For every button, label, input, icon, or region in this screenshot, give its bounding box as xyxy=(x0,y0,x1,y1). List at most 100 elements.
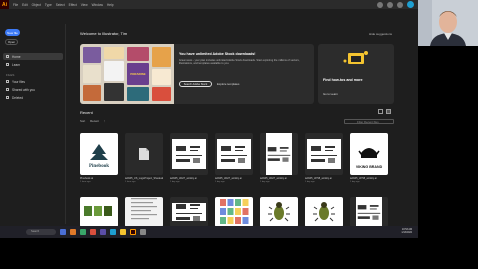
menu-item-object[interactable]: Object xyxy=(32,3,41,7)
menu-item-type[interactable]: Type xyxy=(45,3,52,7)
app-icon[interactable] xyxy=(70,229,76,235)
recent-file-card[interactable]: VIKING BRAND ia4945_t4798_activity.ai 1 da… xyxy=(350,133,388,183)
taskbar-clock[interactable]: 10:53 AM 1/13/2022 xyxy=(401,228,412,234)
recent-file-card[interactable] xyxy=(260,197,298,227)
recent-file-card[interactable]: ia4945_t4427_activity.ai 1 day ago xyxy=(215,133,253,183)
file-thumbnail[interactable] xyxy=(80,197,118,227)
sidebar-item-home[interactable]: Home xyxy=(3,53,63,60)
app-icon[interactable] xyxy=(110,229,116,235)
app-icon[interactable] xyxy=(100,229,106,235)
recent-file-card[interactable]: Pinebook Pinebook.ai 1 hour ago xyxy=(80,133,118,183)
cloud-icon xyxy=(6,80,9,83)
app-icon[interactable] xyxy=(120,229,126,235)
recent-file-card[interactable] xyxy=(170,197,208,227)
file-thumbnail[interactable] xyxy=(125,133,163,175)
sidebar-item-label: Shared with you xyxy=(12,87,35,92)
file-thumbnail[interactable] xyxy=(170,197,208,227)
recent-file-card[interactable] xyxy=(215,197,253,227)
recent-file-card[interactable] xyxy=(305,197,343,227)
menu-item-help[interactable]: Help xyxy=(107,3,114,7)
recent-file-card[interactable]: ia4945_t4427_activity.ai 1 day ago xyxy=(170,133,208,183)
file-thumbnail[interactable] xyxy=(215,197,253,227)
file-thumbnail[interactable] xyxy=(305,133,343,175)
illustrator-window: Ai File Edit Object Type Select Effect View Win… xyxy=(0,0,418,238)
sidebar-item-label: Learn xyxy=(12,62,21,67)
illustrator-logo-icon: Ai xyxy=(0,0,9,9)
menu-item-window[interactable]: Window xyxy=(92,3,103,7)
grid-view-icon[interactable] xyxy=(386,109,391,114)
pdf-file-icon xyxy=(139,148,149,160)
viking-logo-icon xyxy=(358,148,380,158)
artboard-preview-icon xyxy=(267,147,291,162)
new-file-button[interactable]: New file xyxy=(5,29,20,36)
app-icon[interactable] xyxy=(90,229,96,235)
cloud-icon[interactable] xyxy=(377,1,383,8)
file-name: ia4945_t4427_activity.ai xyxy=(215,177,242,180)
promo-body: Great news - your plan includes unlimite… xyxy=(179,59,300,66)
recent-file-card[interactable]: ia4945_t4427_activity.ai 1 day ago xyxy=(260,133,298,183)
discover-card: Find how-tos and more Go to Learn xyxy=(318,44,394,104)
windows-taskbar: Search 10:53 AM 1/13/2022 xyxy=(0,226,418,238)
file-thumbnail[interactable]: VIKING BRAND xyxy=(350,133,388,175)
filter-input[interactable]: Filter Recent files xyxy=(344,119,394,124)
file-thumbnail[interactable]: Pinebook xyxy=(80,133,118,175)
discover-title: Find how-tos and more xyxy=(323,78,363,82)
webcam-overlay xyxy=(418,0,478,46)
artboard-preview-icon xyxy=(176,204,202,221)
menu-item-file[interactable]: File xyxy=(13,3,18,7)
artwork-preview-icon xyxy=(84,206,112,216)
app-icon[interactable] xyxy=(140,229,146,235)
pinebook-logo-icon xyxy=(90,144,108,160)
artwork-grid-preview-icon xyxy=(220,199,249,224)
menu-item-view[interactable]: View xyxy=(81,3,88,7)
presenter-video-image xyxy=(418,0,478,46)
sidebar-item-learn[interactable]: Learn xyxy=(3,61,63,68)
recent-file-card[interactable] xyxy=(125,197,163,227)
recent-file-card[interactable]: ia4945_US_LogoProject_ShadesExamples.pdf… xyxy=(125,133,163,183)
menu-item-effect[interactable]: Effect xyxy=(69,3,77,7)
avatar[interactable] xyxy=(407,1,414,8)
file-name: ia4945_t4798_activity.ai xyxy=(305,177,332,180)
beetle-artwork-icon xyxy=(268,202,290,222)
file-date: 1 day ago xyxy=(215,181,225,183)
file-thumbnail[interactable] xyxy=(215,133,253,175)
file-thumbnail[interactable] xyxy=(170,133,208,175)
file-thumbnail[interactable] xyxy=(260,197,298,227)
search-icon[interactable] xyxy=(387,1,393,8)
file-thumbnail[interactable] xyxy=(305,197,343,227)
sidebar-item-deleted[interactable]: Deleted xyxy=(3,94,63,101)
illustrator-app-icon[interactable] xyxy=(130,229,136,235)
explore-templates-link[interactable]: Explore templates xyxy=(217,82,239,86)
recent-file-card[interactable]: ia4945_t4798_activity.ai 1 day ago xyxy=(305,133,343,183)
learn-illustration-icon xyxy=(343,51,368,64)
artboard-preview-icon xyxy=(357,205,381,220)
taskbar-search-input[interactable]: Search xyxy=(26,229,56,235)
sort-dropdown[interactable]: Recent xyxy=(90,119,99,123)
app-icon[interactable] xyxy=(80,229,86,235)
file-thumbnail[interactable] xyxy=(125,197,163,227)
taskbar-apps xyxy=(60,229,146,235)
app-icon[interactable] xyxy=(60,229,66,235)
file-date: 1 hour ago xyxy=(80,181,91,183)
sidebar-item-shared[interactable]: Shared with you xyxy=(3,86,63,93)
bell-icon[interactable] xyxy=(397,1,403,8)
search-adobe-stock-button[interactable]: Search Adobe Stock xyxy=(179,81,212,87)
menu-item-select[interactable]: Select xyxy=(56,3,65,7)
sort-controls: Sort Recent ↑ xyxy=(80,119,105,123)
sidebar-item-your-files[interactable]: Your files xyxy=(3,78,63,85)
go-to-learn-link[interactable]: Go to Learn xyxy=(323,92,338,96)
sidebar-item-label: Home xyxy=(12,54,21,59)
artboard-preview-icon xyxy=(311,146,337,163)
files-heading: FILES xyxy=(6,73,15,77)
file-thumbnail[interactable] xyxy=(260,133,298,175)
recent-file-card[interactable] xyxy=(350,197,388,227)
hide-suggestions-link[interactable]: Hide suggestions xyxy=(369,32,392,36)
file-name: Pinebook.ai xyxy=(80,177,94,180)
open-button[interactable]: Open xyxy=(5,39,18,45)
sort-direction-icon[interactable]: ↑ xyxy=(104,119,105,123)
recent-file-card[interactable] xyxy=(80,197,118,227)
file-thumbnail[interactable] xyxy=(350,197,388,227)
list-view-icon[interactable] xyxy=(378,109,383,114)
menu-item-edit[interactable]: Edit xyxy=(22,3,28,7)
home-icon xyxy=(6,55,9,58)
